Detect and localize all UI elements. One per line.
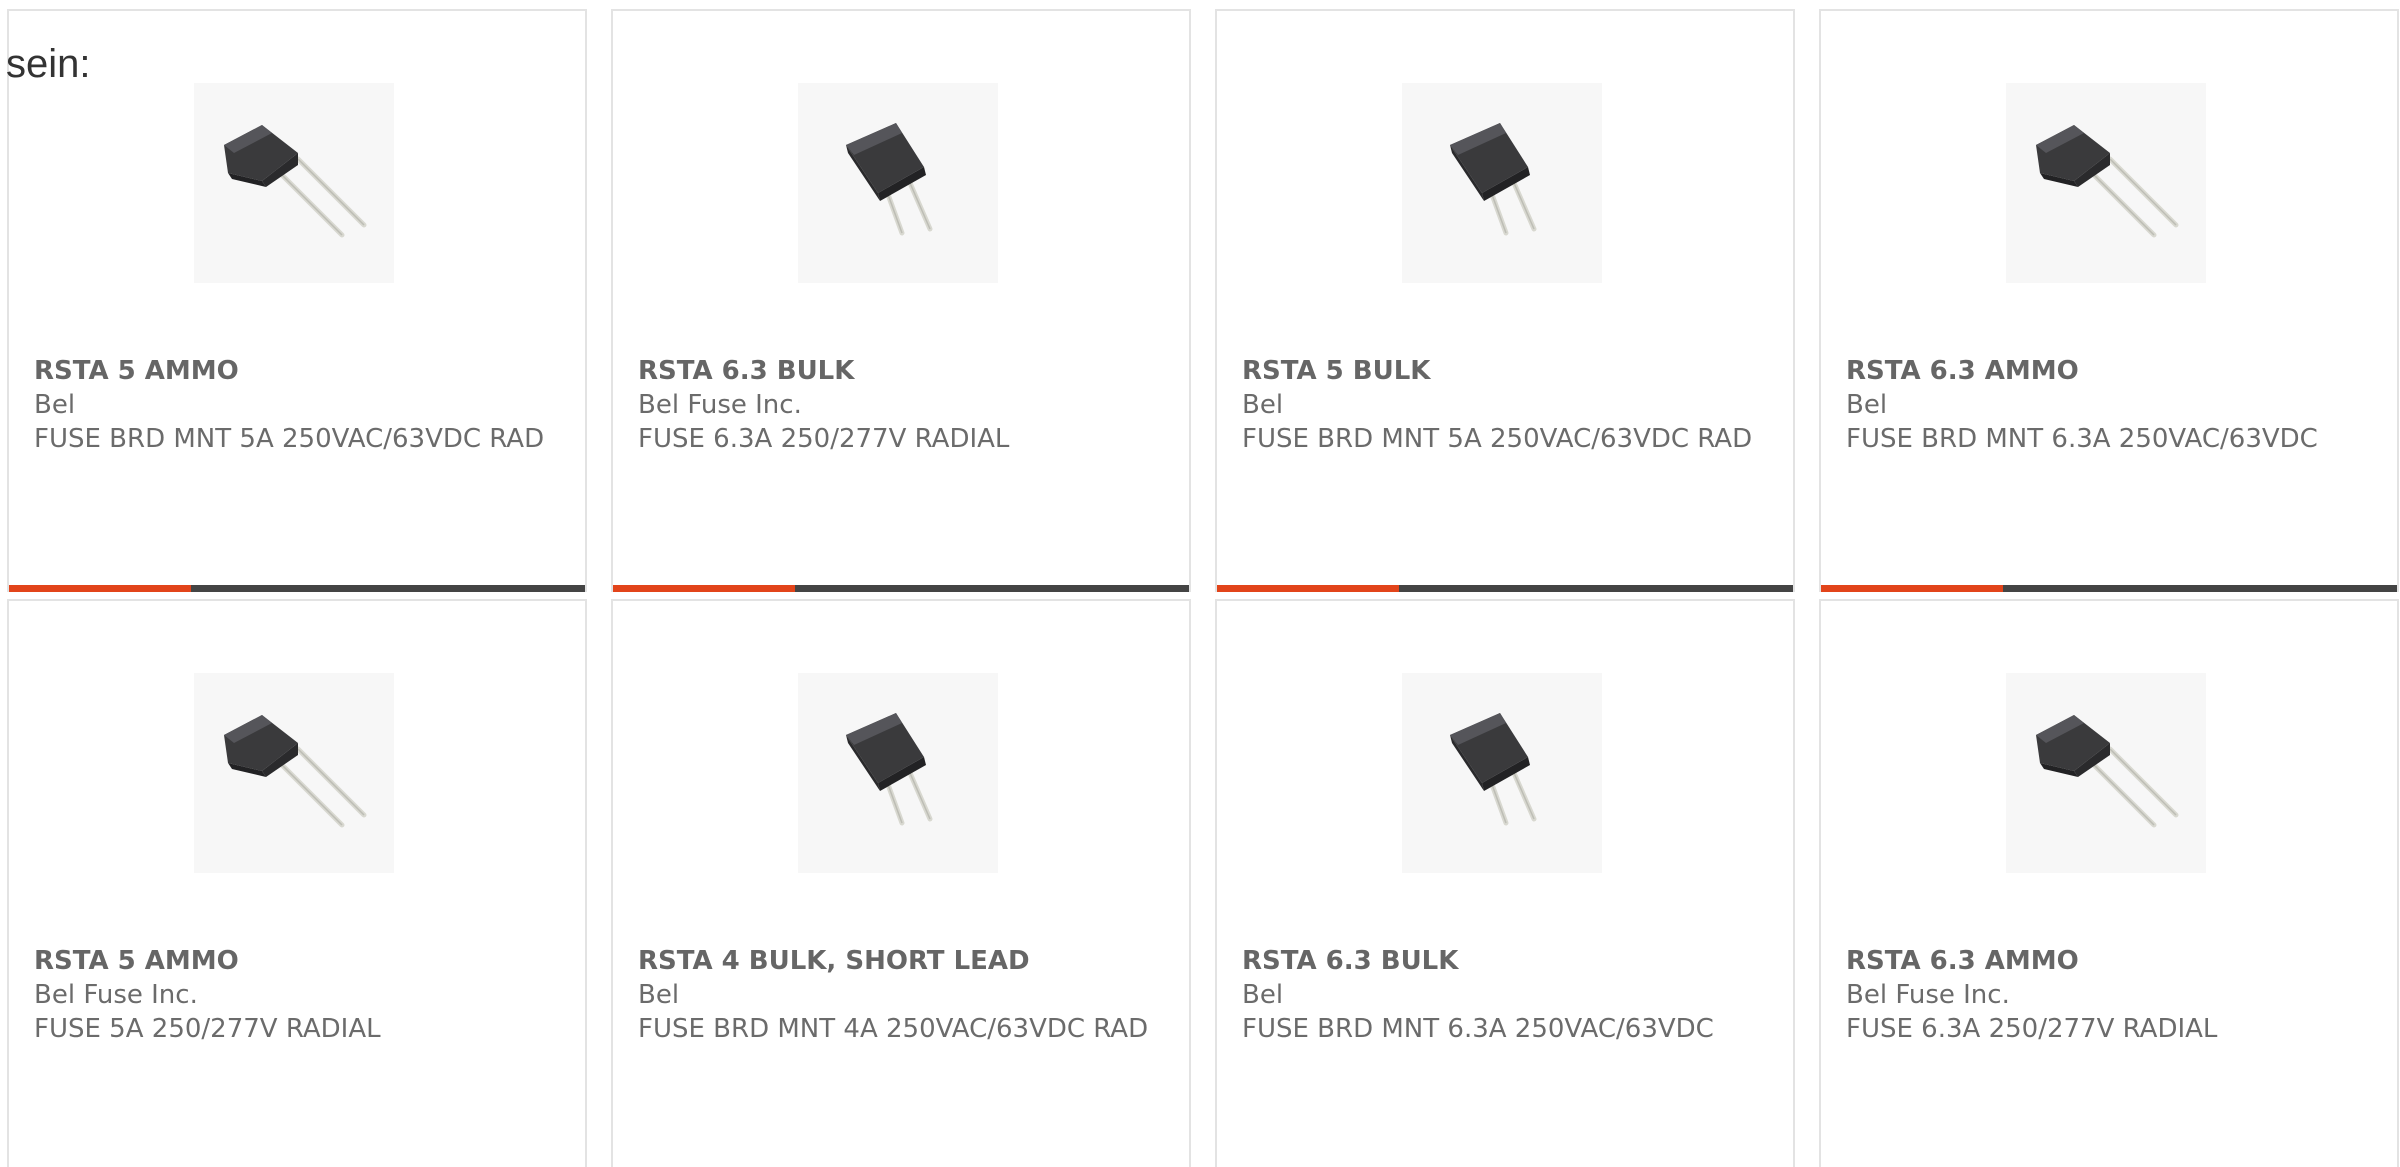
product-manufacturer: Bel Fuse Inc. [34, 980, 198, 1010]
product-description: FUSE 6.3A 250/277V RADIAL [1846, 1014, 2218, 1044]
product-manufacturer: Bel [34, 390, 76, 420]
product-description: FUSE 5A 250/277V RADIAL [34, 1014, 381, 1044]
radial-fuse-image [2006, 673, 2206, 873]
product-description: FUSE BRD MNT 4A 250VAC/63VDC RAD [638, 1014, 1149, 1044]
product-grid: RSTA 5 AMMO Bel FUSE BRD MNT 5A 250VAC/63V… [7, 9, 2400, 1167]
product-part-number[interactable]: RSTA 5 BULK [1242, 354, 1773, 388]
product-image[interactable] [194, 673, 394, 873]
product-image[interactable] [1402, 673, 1602, 873]
product-card[interactable]: RSTA 4 BULK, SHORT LEAD Bel FUSE BRD MNT 4… [611, 599, 1191, 1167]
product-part-number[interactable]: RSTA 6.3 BULK [1242, 944, 1773, 978]
product-image[interactable] [798, 673, 998, 873]
product-description: FUSE BRD MNT 6.3A 250VAC/63VDC [1846, 424, 2318, 454]
radial-fuse-image [1402, 673, 1602, 873]
product-card[interactable]: RSTA 6.3 AMMO Bel FUSE BRD MNT 6.3A 250VAC… [1819, 9, 2399, 592]
product-manufacturer: Bel [1242, 390, 1284, 420]
radial-fuse-image [194, 83, 394, 283]
product-info: RSTA 5 AMMO Bel Fuse Inc. FUSE 5A 250/277V… [34, 944, 565, 1046]
product-part-number[interactable]: RSTA 6.3 BULK [638, 354, 1169, 388]
card-bottom-bar [9, 585, 585, 592]
product-manufacturer: Bel Fuse Inc. [638, 390, 802, 420]
product-part-number[interactable]: RSTA 6.3 AMMO [1846, 944, 2377, 978]
product-info: RSTA 6.3 BULK Bel FUSE BRD MNT 6.3A 250VAC… [1242, 944, 1773, 1046]
product-description: FUSE BRD MNT 5A 250VAC/63VDC RAD [34, 424, 545, 454]
product-info: RSTA 4 BULK, SHORT LEAD Bel FUSE BRD MNT 4… [638, 944, 1169, 1046]
intro-text: sein: [6, 42, 91, 86]
product-card[interactable]: RSTA 5 AMMO Bel Fuse Inc. FUSE 5A 250/277V… [7, 599, 587, 1167]
product-info: RSTA 6.3 BULK Bel Fuse Inc. FUSE 6.3A 250/… [638, 354, 1169, 456]
product-image[interactable] [194, 83, 394, 283]
product-description: FUSE BRD MNT 5A 250VAC/63VDC RAD [1242, 424, 1753, 454]
radial-fuse-image [798, 673, 998, 873]
product-manufacturer: Bel [1846, 390, 1888, 420]
product-part-number[interactable]: RSTA 6.3 AMMO [1846, 354, 2377, 388]
product-image[interactable] [798, 83, 998, 283]
radial-fuse-image [2006, 83, 2206, 283]
product-card[interactable]: RSTA 5 BULK Bel FUSE BRD MNT 5A 250VAC/63V… [1215, 9, 1795, 592]
card-accent-stripe [1821, 585, 2003, 592]
product-image[interactable] [1402, 83, 1602, 283]
product-manufacturer: Bel [638, 980, 680, 1010]
product-manufacturer: Bel [1242, 980, 1284, 1010]
product-card[interactable]: RSTA 5 AMMO Bel FUSE BRD MNT 5A 250VAC/63V… [7, 9, 587, 592]
product-part-number[interactable]: RSTA 4 BULK, SHORT LEAD [638, 944, 1169, 978]
radial-fuse-image [798, 83, 998, 283]
product-part-number[interactable]: RSTA 5 AMMO [34, 354, 565, 388]
product-info: RSTA 5 BULK Bel FUSE BRD MNT 5A 250VAC/63V… [1242, 354, 1773, 456]
radial-fuse-image [194, 673, 394, 873]
product-info: RSTA 6.3 AMMO Bel Fuse Inc. FUSE 6.3A 250/… [1846, 944, 2377, 1046]
card-bottom-bar [613, 585, 1189, 592]
card-accent-stripe [9, 585, 191, 592]
product-description: FUSE BRD MNT 6.3A 250VAC/63VDC [1242, 1014, 1714, 1044]
card-accent-stripe [1217, 585, 1399, 592]
product-info: RSTA 6.3 AMMO Bel FUSE BRD MNT 6.3A 250VAC… [1846, 354, 2377, 456]
product-card[interactable]: RSTA 6.3 AMMO Bel Fuse Inc. FUSE 6.3A 250/… [1819, 599, 2399, 1167]
product-card[interactable]: RSTA 6.3 BULK Bel Fuse Inc. FUSE 6.3A 250/… [611, 9, 1191, 592]
product-info: RSTA 5 AMMO Bel FUSE BRD MNT 5A 250VAC/63V… [34, 354, 565, 456]
product-listing-page: sein: RSTA 5 AMMO Bel FUSE BRD MNT 5A 250V… [0, 0, 2400, 1167]
product-description: FUSE 6.3A 250/277V RADIAL [638, 424, 1010, 454]
product-card[interactable]: RSTA 6.3 BULK Bel FUSE BRD MNT 6.3A 250VAC… [1215, 599, 1795, 1167]
product-image[interactable] [2006, 673, 2206, 873]
product-manufacturer: Bel Fuse Inc. [1846, 980, 2010, 1010]
product-image[interactable] [2006, 83, 2206, 283]
card-bottom-bar [1217, 585, 1793, 592]
card-bottom-bar [1821, 585, 2397, 592]
product-part-number[interactable]: RSTA 5 AMMO [34, 944, 565, 978]
radial-fuse-image [1402, 83, 1602, 283]
card-accent-stripe [613, 585, 795, 592]
